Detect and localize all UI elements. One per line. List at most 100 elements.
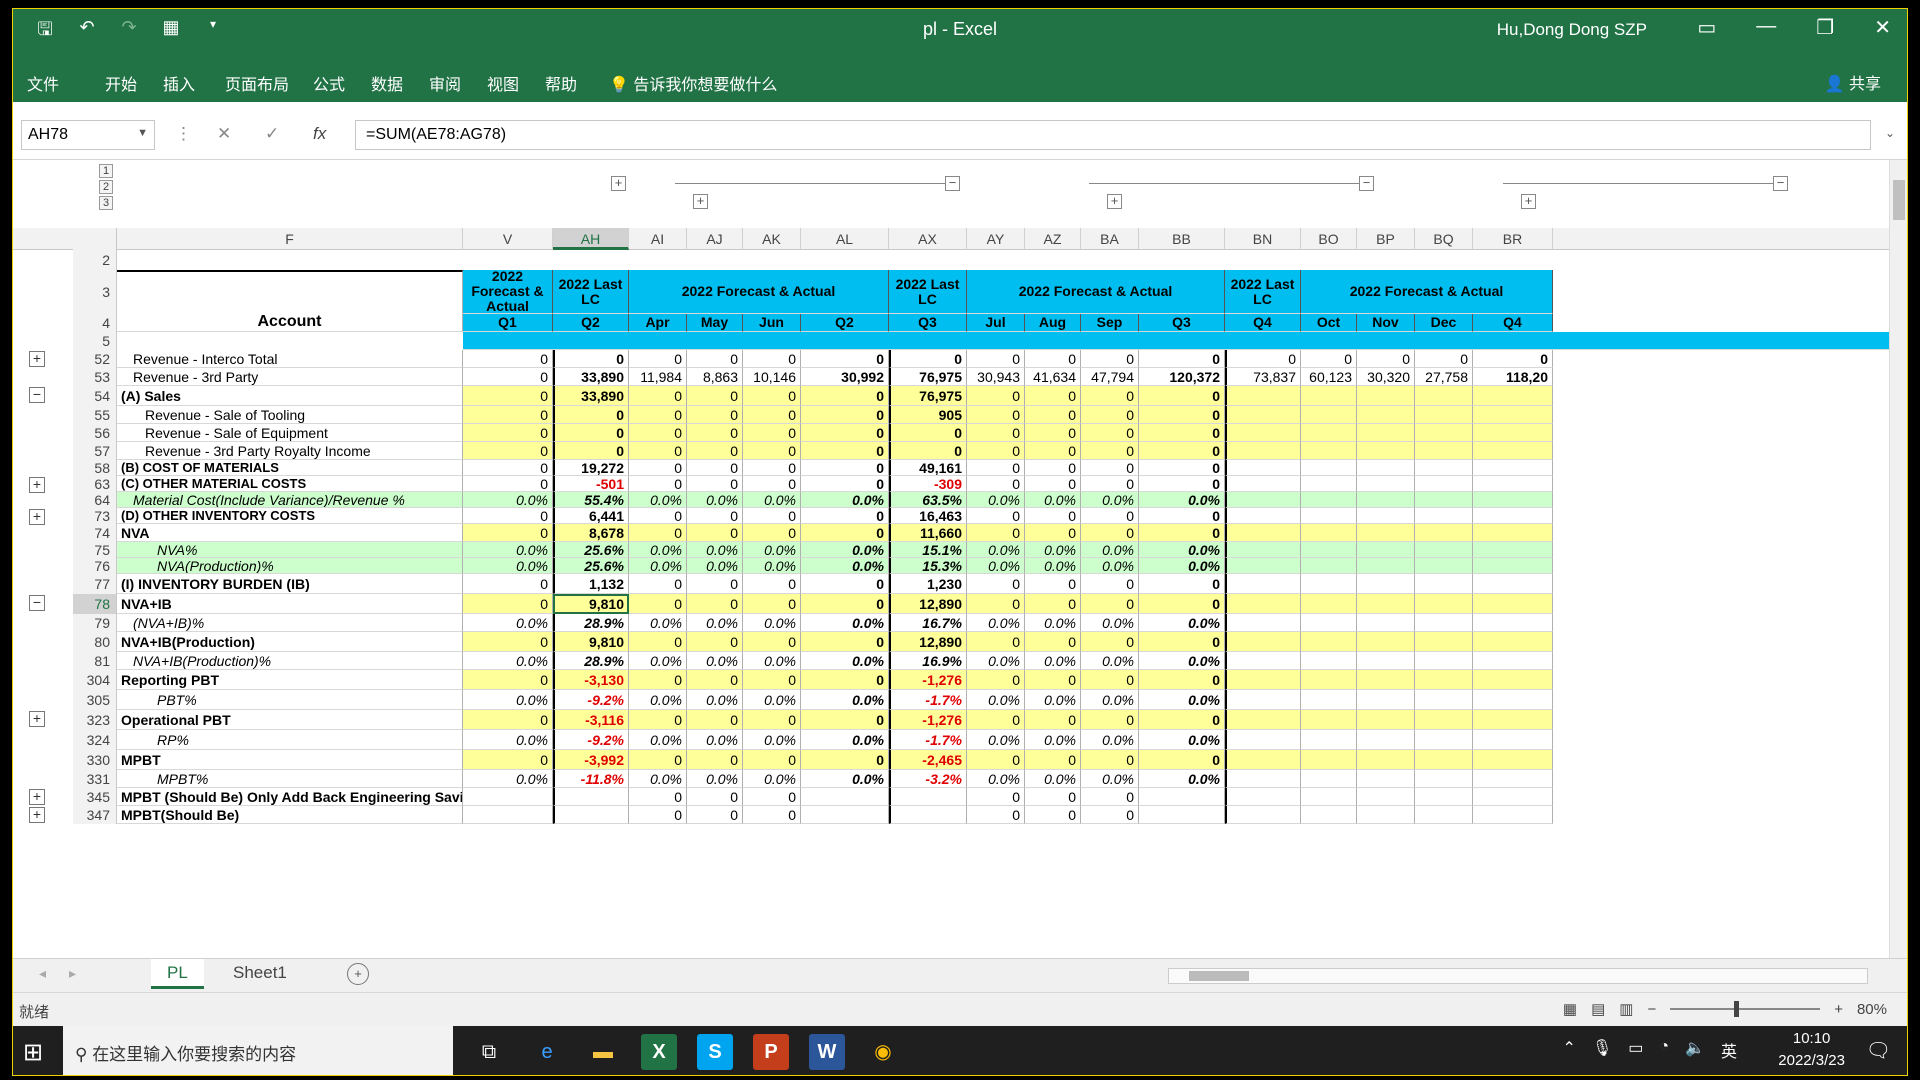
cell-ax-323[interactable]: -1,276: [889, 710, 967, 730]
cell-ay-63[interactable]: 0: [967, 476, 1025, 492]
cell-al-54[interactable]: 0: [801, 386, 889, 406]
cell-aj-78[interactable]: 0: [687, 594, 743, 614]
cell-bp-347[interactable]: [1357, 806, 1415, 824]
cell-al-56[interactable]: 0: [801, 424, 889, 442]
row-header-4[interactable]: 4: [73, 314, 117, 332]
collapse-group-icon[interactable]: −: [945, 176, 960, 191]
cell-aj-324[interactable]: 0.0%: [687, 730, 743, 750]
cell-al-78[interactable]: 0: [801, 594, 889, 614]
internet-explorer-icon[interactable]: e: [529, 1034, 565, 1070]
cell-bo-55[interactable]: [1301, 406, 1357, 424]
tab-insert[interactable]: 插入: [163, 71, 195, 95]
cell-bb-305[interactable]: 0.0%: [1139, 690, 1225, 710]
cell-ah-80[interactable]: 9,810: [553, 632, 629, 652]
cell-ak-74[interactable]: 0: [743, 524, 801, 542]
cell-bp-331[interactable]: [1357, 770, 1415, 788]
cell-br-75[interactable]: [1473, 542, 1553, 558]
cell-bo-304[interactable]: [1301, 670, 1357, 690]
cell-ay-74[interactable]: 0: [967, 524, 1025, 542]
cell-ba-78[interactable]: 0: [1081, 594, 1139, 614]
cell-ai-345[interactable]: 0: [629, 788, 687, 806]
cell-bp-53[interactable]: 30,320: [1357, 368, 1415, 386]
cell-ay-345[interactable]: 0: [967, 788, 1025, 806]
cell-ax-73[interactable]: 16,463: [889, 508, 967, 524]
cell-ak-330[interactable]: 0: [743, 750, 801, 770]
cell-ak-56[interactable]: 0: [743, 424, 801, 442]
cell-v-63[interactable]: 0: [463, 476, 553, 492]
name-box[interactable]: AH78 ▼: [21, 120, 155, 150]
cell-ai-330[interactable]: 0: [629, 750, 687, 770]
cell-ak-58[interactable]: 0: [743, 460, 801, 476]
cell-bq-345[interactable]: [1415, 788, 1473, 806]
cell-ax-57[interactable]: 0: [889, 442, 967, 460]
cell-bo-73[interactable]: [1301, 508, 1357, 524]
cell-bo-323[interactable]: [1301, 710, 1357, 730]
cell-al-64[interactable]: 0.0%: [801, 492, 889, 508]
cell-az-57[interactable]: 0: [1025, 442, 1081, 460]
cell-ba-52[interactable]: 0: [1081, 350, 1139, 368]
cell-az-74[interactable]: 0: [1025, 524, 1081, 542]
cell-aj-330[interactable]: 0: [687, 750, 743, 770]
cell-al-57[interactable]: 0: [801, 442, 889, 460]
cell-bn-54[interactable]: [1225, 386, 1301, 406]
cell-bo-305[interactable]: [1301, 690, 1357, 710]
row-header-80[interactable]: 80: [73, 632, 117, 652]
cell-bo-53[interactable]: 60,123: [1301, 368, 1357, 386]
cell-br-331[interactable]: [1473, 770, 1553, 788]
cell-aj-63[interactable]: 0: [687, 476, 743, 492]
cell-al-324[interactable]: 0.0%: [801, 730, 889, 750]
cell-br-330[interactable]: [1473, 750, 1553, 770]
cell-bq-52[interactable]: 0: [1415, 350, 1473, 368]
cell-ax-81[interactable]: 16.9%: [889, 652, 967, 670]
cell-az-73[interactable]: 0: [1025, 508, 1081, 524]
row-header-55[interactable]: 55: [73, 406, 117, 424]
row-header-57[interactable]: 57: [73, 442, 117, 460]
cell-ah-305[interactable]: -9.2%: [553, 690, 629, 710]
cell-al-323[interactable]: 0: [801, 710, 889, 730]
cell-ai-64[interactable]: 0.0%: [629, 492, 687, 508]
cell-bb-57[interactable]: 0: [1139, 442, 1225, 460]
cell-al-58[interactable]: 0: [801, 460, 889, 476]
cell-ba-79[interactable]: 0.0%: [1081, 614, 1139, 632]
cell-az-331[interactable]: 0.0%: [1025, 770, 1081, 788]
cell-v-54[interactable]: 0: [463, 386, 553, 406]
cell-ba-305[interactable]: 0.0%: [1081, 690, 1139, 710]
cell-br-345[interactable]: [1473, 788, 1553, 806]
cell-az-305[interactable]: 0.0%: [1025, 690, 1081, 710]
cell-bq-56[interactable]: [1415, 424, 1473, 442]
zoom-out-icon[interactable]: −: [1647, 1001, 1656, 1018]
cell-al-304[interactable]: 0: [801, 670, 889, 690]
cell-bn-304[interactable]: [1225, 670, 1301, 690]
cell-bq-54[interactable]: [1415, 386, 1473, 406]
cell-ak-78[interactable]: 0: [743, 594, 801, 614]
cell-br-55[interactable]: [1473, 406, 1553, 424]
cell-bp-52[interactable]: 0: [1357, 350, 1415, 368]
cell-v-52[interactable]: 0: [463, 350, 553, 368]
cell-bn-330[interactable]: [1225, 750, 1301, 770]
cell-bp-345[interactable]: [1357, 788, 1415, 806]
cell-bp-304[interactable]: [1357, 670, 1415, 690]
cell-az-347[interactable]: 0: [1025, 806, 1081, 824]
cell-ah-54[interactable]: 33,890: [553, 386, 629, 406]
row-header-56[interactable]: 56: [73, 424, 117, 442]
cell-al-75[interactable]: 0.0%: [801, 542, 889, 558]
cell-bq-76[interactable]: [1415, 558, 1473, 574]
cell-az-52[interactable]: 0: [1025, 350, 1081, 368]
cell-ah-75[interactable]: 25.6%: [553, 542, 629, 558]
expand-rows-icon[interactable]: +: [29, 351, 45, 367]
cell-bo-74[interactable]: [1301, 524, 1357, 542]
cell-az-53[interactable]: 41,634: [1025, 368, 1081, 386]
cell-az-81[interactable]: 0.0%: [1025, 652, 1081, 670]
cell-aj-347[interactable]: 0: [687, 806, 743, 824]
cell-aj-79[interactable]: 0.0%: [687, 614, 743, 632]
cell-al-79[interactable]: 0.0%: [801, 614, 889, 632]
cell-aj-75[interactable]: 0.0%: [687, 542, 743, 558]
cell-br-81[interactable]: [1473, 652, 1553, 670]
cell-bo-330[interactable]: [1301, 750, 1357, 770]
cell-ah-81[interactable]: 28.9%: [553, 652, 629, 670]
cell-ak-347[interactable]: 0: [743, 806, 801, 824]
row-header-64[interactable]: 64: [73, 492, 117, 508]
cell-ah-324[interactable]: -9.2%: [553, 730, 629, 750]
cell-bb-81[interactable]: 0.0%: [1139, 652, 1225, 670]
cell-aj-81[interactable]: 0.0%: [687, 652, 743, 670]
